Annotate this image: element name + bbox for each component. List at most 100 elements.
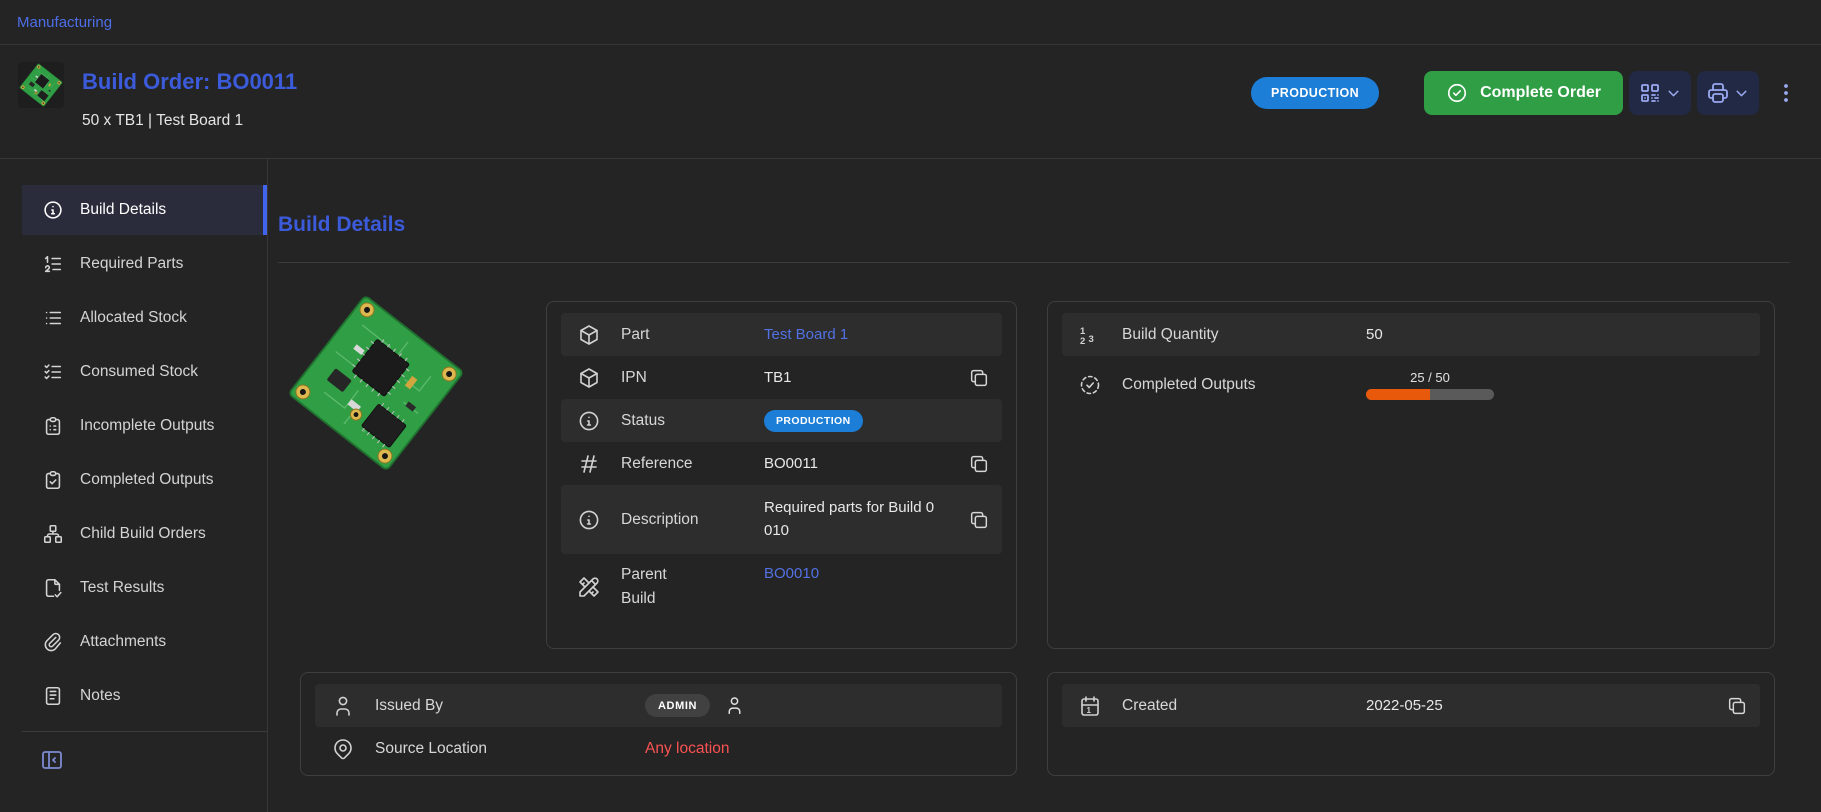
sidebar-item-required-parts[interactable]: Required Parts <box>22 239 267 289</box>
box-icon <box>577 366 601 390</box>
chevron-down-icon <box>1665 85 1682 102</box>
breadcrumb: Manufacturing <box>0 0 1821 45</box>
row-label: Completed Outputs <box>1122 373 1366 396</box>
parent-build-link[interactable]: BO0010 <box>764 565 990 582</box>
sidebar-item-label: Allocated Stock <box>80 309 187 327</box>
page-header: Build Order: BO0011 50 x TB1 | Test Boar… <box>0 45 1821 159</box>
sidebar-item-notes[interactable]: Notes <box>22 671 267 721</box>
qr-actions-button[interactable] <box>1629 71 1691 115</box>
user-badge: ADMIN <box>645 694 710 717</box>
sidebar-item-incomplete-outputs[interactable]: Incomplete Outputs <box>22 401 267 451</box>
sidebar-item-completed-outputs[interactable]: Completed Outputs <box>22 455 267 505</box>
header-actions: PRODUCTION Complete Order <box>1251 71 1801 115</box>
part-image[interactable] <box>283 290 469 476</box>
sidebar-item-test-results[interactable]: Test Results <box>22 563 267 613</box>
sidebar-item-label: Test Results <box>80 579 164 597</box>
copy-button[interactable] <box>1726 695 1748 717</box>
print-actions-button[interactable] <box>1697 71 1759 115</box>
build-quantity-card: 123 Build Quantity 50 Completed Outputs … <box>1047 301 1775 649</box>
copy-icon <box>968 453 990 475</box>
sitemap-icon <box>42 523 64 545</box>
created-value: 2022-05-25 <box>1366 697 1726 714</box>
progress: 25 / 50 <box>1366 370 1494 400</box>
issue-card: Issued By ADMIN Source Location Any loca… <box>300 672 1017 776</box>
main-panel: Build Details Part Test Board 1 <box>268 159 1821 812</box>
sidebar-item-label: Required Parts <box>80 255 183 273</box>
status-badge: PRODUCTION <box>1251 77 1379 109</box>
source-location-value: Any location <box>645 740 990 758</box>
sidebar-item-label: Child Build Orders <box>80 525 206 543</box>
row-label: Status <box>621 409 764 432</box>
paperclip-icon <box>42 631 64 653</box>
sidebar-item-build-details[interactable]: Build Details <box>22 185 267 235</box>
copy-button[interactable] <box>968 367 990 389</box>
copy-icon <box>968 367 990 389</box>
sidebar-collapse-button[interactable] <box>40 746 68 774</box>
info-circle-icon <box>42 199 64 221</box>
reference-value: BO0011 <box>764 455 968 472</box>
tools-icon <box>577 575 601 599</box>
list-check-icon <box>42 361 64 383</box>
row-label: Created <box>1122 694 1366 717</box>
sidebar-item-consumed-stock[interactable]: Consumed Stock <box>22 347 267 397</box>
copy-button[interactable] <box>968 509 990 531</box>
part-link[interactable]: Test Board 1 <box>764 326 990 343</box>
row-label: IPN <box>621 366 764 389</box>
sidebar-collapse-icon <box>40 748 68 772</box>
quantity-row-completed-outputs: Completed Outputs 25 / 50 <box>1062 356 1760 414</box>
page-title: Build Order: BO0011 <box>82 67 297 96</box>
issue-row-source-location: Source Location Any location <box>315 727 1002 770</box>
sidebar-item-label: Incomplete Outputs <box>80 417 214 435</box>
user-icon <box>331 694 355 718</box>
list-numbers-icon <box>42 253 64 275</box>
row-label: Source Location <box>375 737 645 760</box>
sidebar-item-allocated-stock[interactable]: Allocated Stock <box>22 293 267 343</box>
build-order-thumbnail[interactable] <box>18 62 64 108</box>
clipboard-list-icon <box>42 415 64 437</box>
pcb-image <box>18 62 64 108</box>
panel-content: Part Test Board 1 IPN TB1 Status <box>283 301 1775 776</box>
sidebar-divider <box>22 731 267 732</box>
ipn-value: TB1 <box>764 369 968 386</box>
copy-icon <box>1726 695 1748 717</box>
breadcrumb-link-manufacturing[interactable]: Manufacturing <box>17 14 112 31</box>
row-label: Reference <box>621 452 764 475</box>
app-root: Manufacturing Build Order: BO0011 50 x T… <box>0 0 1821 159</box>
progress-label: 25 / 50 <box>1366 370 1494 385</box>
complete-order-button[interactable]: Complete Order <box>1424 71 1623 115</box>
sidebar-item-label: Attachments <box>80 633 166 651</box>
notes-icon <box>42 685 64 707</box>
chevron-down-icon <box>1733 85 1750 102</box>
page-body: Build Details Required Parts Allocated S… <box>0 159 1821 812</box>
sidebar-item-child-build-orders[interactable]: Child Build Orders <box>22 509 267 559</box>
part-image-wrap <box>283 301 546 480</box>
circle-check-icon <box>1446 82 1468 104</box>
detail-row-status: Status PRODUCTION <box>561 399 1002 442</box>
info-circle-icon <box>577 508 601 532</box>
dots-vertical-icon <box>1774 81 1798 105</box>
created-row: 1 Created 2022-05-25 <box>1062 684 1760 727</box>
issued-by-value: ADMIN <box>645 694 990 717</box>
calendar-icon: 1 <box>1078 694 1102 718</box>
sidebar: Build Details Required Parts Allocated S… <box>0 159 268 812</box>
sidebar-item-attachments[interactable]: Attachments <box>22 617 267 667</box>
completed-outputs-value: 25 / 50 <box>1366 370 1748 400</box>
overflow-menu-button[interactable] <box>1771 71 1801 115</box>
build-quantity-value: 50 <box>1366 326 1748 343</box>
issue-row-issued-by: Issued By ADMIN <box>315 684 1002 727</box>
clipboard-check-icon <box>42 469 64 491</box>
sidebar-item-label: Notes <box>80 687 121 705</box>
sidebar-item-label: Consumed Stock <box>80 363 198 381</box>
description-value: Required parts for Build 0010 <box>764 497 968 542</box>
detail-row-reference: Reference BO0011 <box>561 442 1002 485</box>
copy-button[interactable] <box>968 453 990 475</box>
printer-icon <box>1706 81 1730 105</box>
panel-divider <box>278 262 1790 263</box>
sidebar-item-label: Completed Outputs <box>80 471 214 489</box>
quantity-row-build-quantity: 123 Build Quantity 50 <box>1062 313 1760 356</box>
user-icon <box>724 695 745 716</box>
complete-order-label: Complete Order <box>1480 84 1601 102</box>
panel-title: Build Details <box>278 212 1821 238</box>
list-icon <box>42 307 64 329</box>
map-pin-icon <box>331 737 355 761</box>
